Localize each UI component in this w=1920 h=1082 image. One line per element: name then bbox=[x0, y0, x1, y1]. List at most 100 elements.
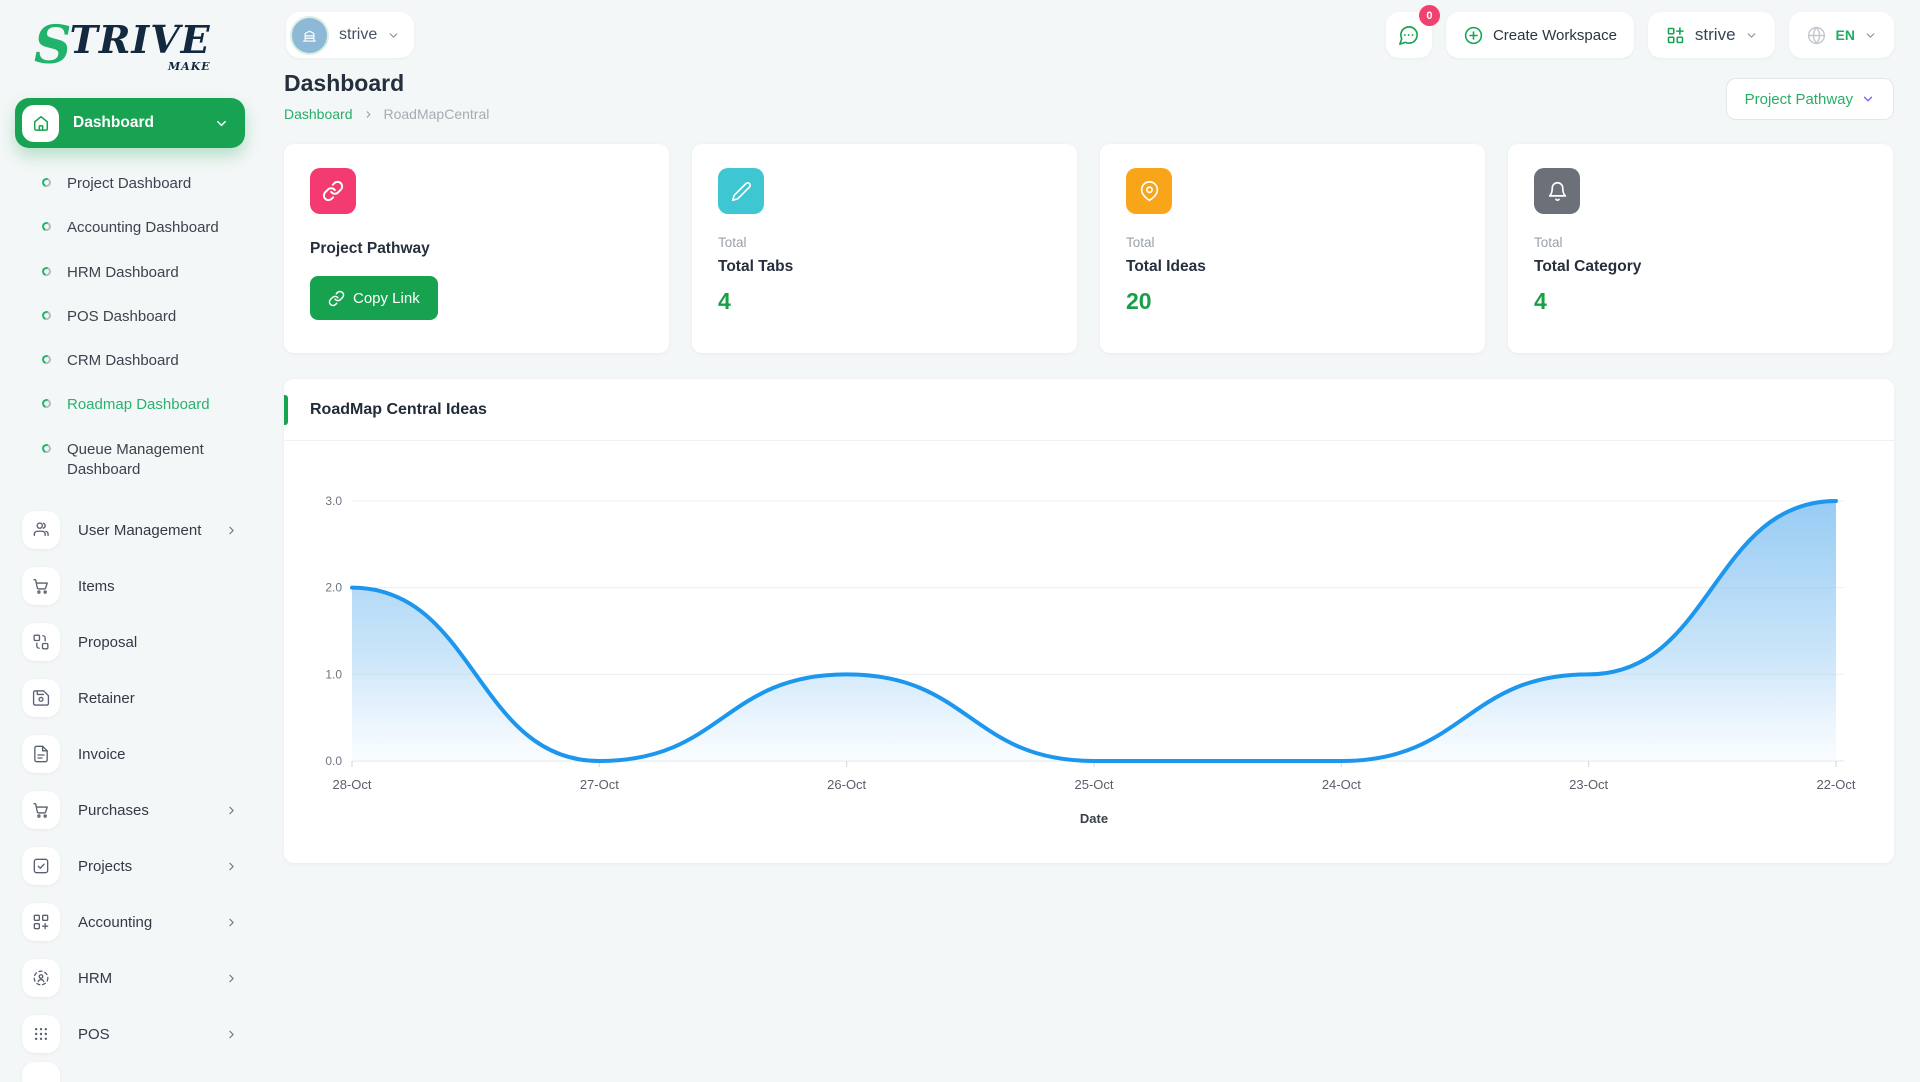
roadmap-ideas-panel: RoadMap Central Ideas 0.01.02.03.028-Oct… bbox=[284, 379, 1894, 863]
card-title: Project Pathway bbox=[310, 240, 643, 258]
svg-text:28-Oct: 28-Oct bbox=[332, 777, 371, 792]
sidebar-item-hrm[interactable]: HRM bbox=[0, 950, 260, 1006]
sidebar-subitem-project-dashboard[interactable]: Project Dashboard bbox=[0, 162, 260, 206]
svg-text:2.0: 2.0 bbox=[325, 581, 342, 595]
chevron-right-icon bbox=[225, 916, 238, 929]
copy-link-label: Copy Link bbox=[353, 290, 420, 307]
sidebar-item-purchases[interactable]: Purchases bbox=[0, 782, 260, 838]
card-subtitle: Total bbox=[1126, 235, 1459, 250]
svg-text:Date: Date bbox=[1080, 811, 1108, 826]
card-project-pathway: Project Pathway Copy Link bbox=[284, 144, 669, 353]
dots-grid-icon bbox=[22, 1015, 60, 1053]
card-title: Total Ideas bbox=[1126, 258, 1459, 276]
chevron-right-icon bbox=[225, 804, 238, 817]
sidebar-subitem-roadmap-dashboard[interactable]: Roadmap Dashboard bbox=[0, 383, 260, 427]
org-selector[interactable]: strive bbox=[1648, 12, 1775, 58]
panel-title: RoadMap Central Ideas bbox=[310, 401, 487, 419]
project-pathway-select[interactable]: Project Pathway bbox=[1726, 78, 1894, 120]
link-icon bbox=[310, 168, 356, 214]
chevron-right-icon bbox=[225, 860, 238, 873]
sidebar-subitem-crm-dashboard[interactable]: CRM Dashboard bbox=[0, 339, 260, 383]
cart-icon bbox=[22, 567, 60, 605]
language-code: EN bbox=[1836, 27, 1855, 43]
sidebar-item-projects[interactable]: Projects bbox=[0, 838, 260, 894]
workspace-avatar bbox=[292, 18, 327, 53]
svg-text:24-Oct: 24-Oct bbox=[1322, 777, 1361, 792]
card-value: 20 bbox=[1126, 288, 1459, 315]
file-icon bbox=[22, 735, 60, 773]
chevron-right-icon bbox=[363, 109, 374, 120]
map-pin-icon bbox=[1126, 168, 1172, 214]
card-subtitle: Total bbox=[1534, 235, 1867, 250]
sidebar-item-invoice[interactable]: Invoice bbox=[0, 726, 260, 782]
card-total-tabs: Total Total Tabs 4 bbox=[692, 144, 1077, 353]
sidebar-item-accounting[interactable]: Accounting bbox=[0, 894, 260, 950]
svg-text:23-Oct: 23-Oct bbox=[1569, 777, 1608, 792]
bullet-icon bbox=[41, 221, 53, 233]
save-icon bbox=[22, 679, 60, 717]
breadcrumb-dashboard-link[interactable]: Dashboard bbox=[284, 106, 353, 122]
link-icon bbox=[328, 290, 345, 307]
chevron-down-icon bbox=[1864, 29, 1877, 42]
chevron-down-icon bbox=[1745, 29, 1758, 42]
logo-wordmark: TRIVE bbox=[70, 21, 211, 59]
pen-icon bbox=[718, 168, 764, 214]
cart-icon bbox=[22, 791, 60, 829]
sidebar-item-proposal[interactable]: Proposal bbox=[0, 614, 260, 670]
app-logo[interactable]: S TRIVE MAKE bbox=[0, 10, 260, 86]
panel-accent-bar bbox=[284, 395, 288, 425]
svg-text:25-Oct: 25-Oct bbox=[1074, 777, 1113, 792]
chat-button[interactable]: 0 bbox=[1386, 12, 1432, 58]
sidebar-subitem-pos-dashboard[interactable]: POS Dashboard bbox=[0, 295, 260, 339]
project-pathway-select-label: Project Pathway bbox=[1745, 91, 1853, 108]
bell-icon bbox=[1534, 168, 1580, 214]
svg-text:3.0: 3.0 bbox=[325, 494, 342, 508]
sidebar-item-user-management[interactable]: User Management bbox=[0, 502, 260, 558]
users-icon bbox=[22, 511, 60, 549]
workspace-name: strive bbox=[339, 26, 377, 44]
page-title: Dashboard bbox=[284, 70, 489, 97]
create-workspace-label: Create Workspace bbox=[1493, 27, 1617, 44]
sidebar-item-pos[interactable]: POS bbox=[0, 1006, 260, 1062]
copy-link-button[interactable]: Copy Link bbox=[310, 276, 438, 320]
create-workspace-button[interactable]: Create Workspace bbox=[1446, 12, 1634, 58]
card-title: Total Category bbox=[1534, 258, 1867, 276]
dashboard-submenu: Project DashboardAccounting DashboardHRM… bbox=[0, 148, 260, 498]
plus-circle-icon bbox=[1463, 25, 1484, 46]
card-title: Total Tabs bbox=[718, 258, 1051, 276]
sidebar-menu: User ManagementItemsProposalRetainerInvo… bbox=[0, 498, 260, 1062]
next-item-chip-partial bbox=[22, 1062, 60, 1082]
check-square-icon bbox=[22, 847, 60, 885]
svg-text:26-Oct: 26-Oct bbox=[827, 777, 866, 792]
chevron-right-icon bbox=[225, 524, 238, 537]
logo-s-glyph: S bbox=[34, 20, 70, 72]
sidebar-subitem-queue-management-dashboard[interactable]: Queue Management Dashboard bbox=[0, 428, 260, 493]
card-value: 4 bbox=[1534, 288, 1867, 315]
main-content: Dashboard Dashboard RoadMapCentral Proje… bbox=[284, 70, 1894, 863]
language-selector[interactable]: EN bbox=[1789, 12, 1894, 58]
bullet-icon bbox=[41, 177, 53, 189]
sidebar: S TRIVE MAKE Dashboard Project Dashboard… bbox=[0, 0, 260, 1080]
chevron-right-icon bbox=[225, 1028, 238, 1041]
sidebar-item-dashboard[interactable]: Dashboard bbox=[15, 98, 245, 148]
chevron-down-icon bbox=[387, 29, 400, 42]
sidebar-subitem-hrm-dashboard[interactable]: HRM Dashboard bbox=[0, 251, 260, 295]
workspace-selector[interactable]: strive bbox=[286, 12, 414, 58]
sidebar-item-items[interactable]: Items bbox=[0, 558, 260, 614]
chevron-down-icon bbox=[214, 116, 229, 131]
sidebar-item-label: Dashboard bbox=[73, 114, 214, 132]
grid-plus-icon bbox=[1665, 25, 1686, 46]
globe-icon bbox=[1806, 25, 1827, 46]
user-scan-icon bbox=[22, 959, 60, 997]
sidebar-subitem-accounting-dashboard[interactable]: Accounting Dashboard bbox=[0, 206, 260, 250]
home-icon bbox=[22, 105, 59, 142]
swap-grid-icon bbox=[22, 623, 60, 661]
card-subtitle: Total bbox=[718, 235, 1051, 250]
org-name: strive bbox=[1695, 25, 1736, 45]
roadmap-ideas-chart[interactable]: 0.01.02.03.028-Oct27-Oct26-Oct25-Oct24-O… bbox=[284, 441, 1894, 850]
sidebar-item-retainer[interactable]: Retainer bbox=[0, 670, 260, 726]
card-total-category: Total Total Category 4 bbox=[1508, 144, 1893, 353]
bullet-icon bbox=[41, 442, 53, 454]
breadcrumb: Dashboard RoadMapCentral bbox=[284, 106, 489, 122]
chat-badge: 0 bbox=[1419, 5, 1440, 26]
